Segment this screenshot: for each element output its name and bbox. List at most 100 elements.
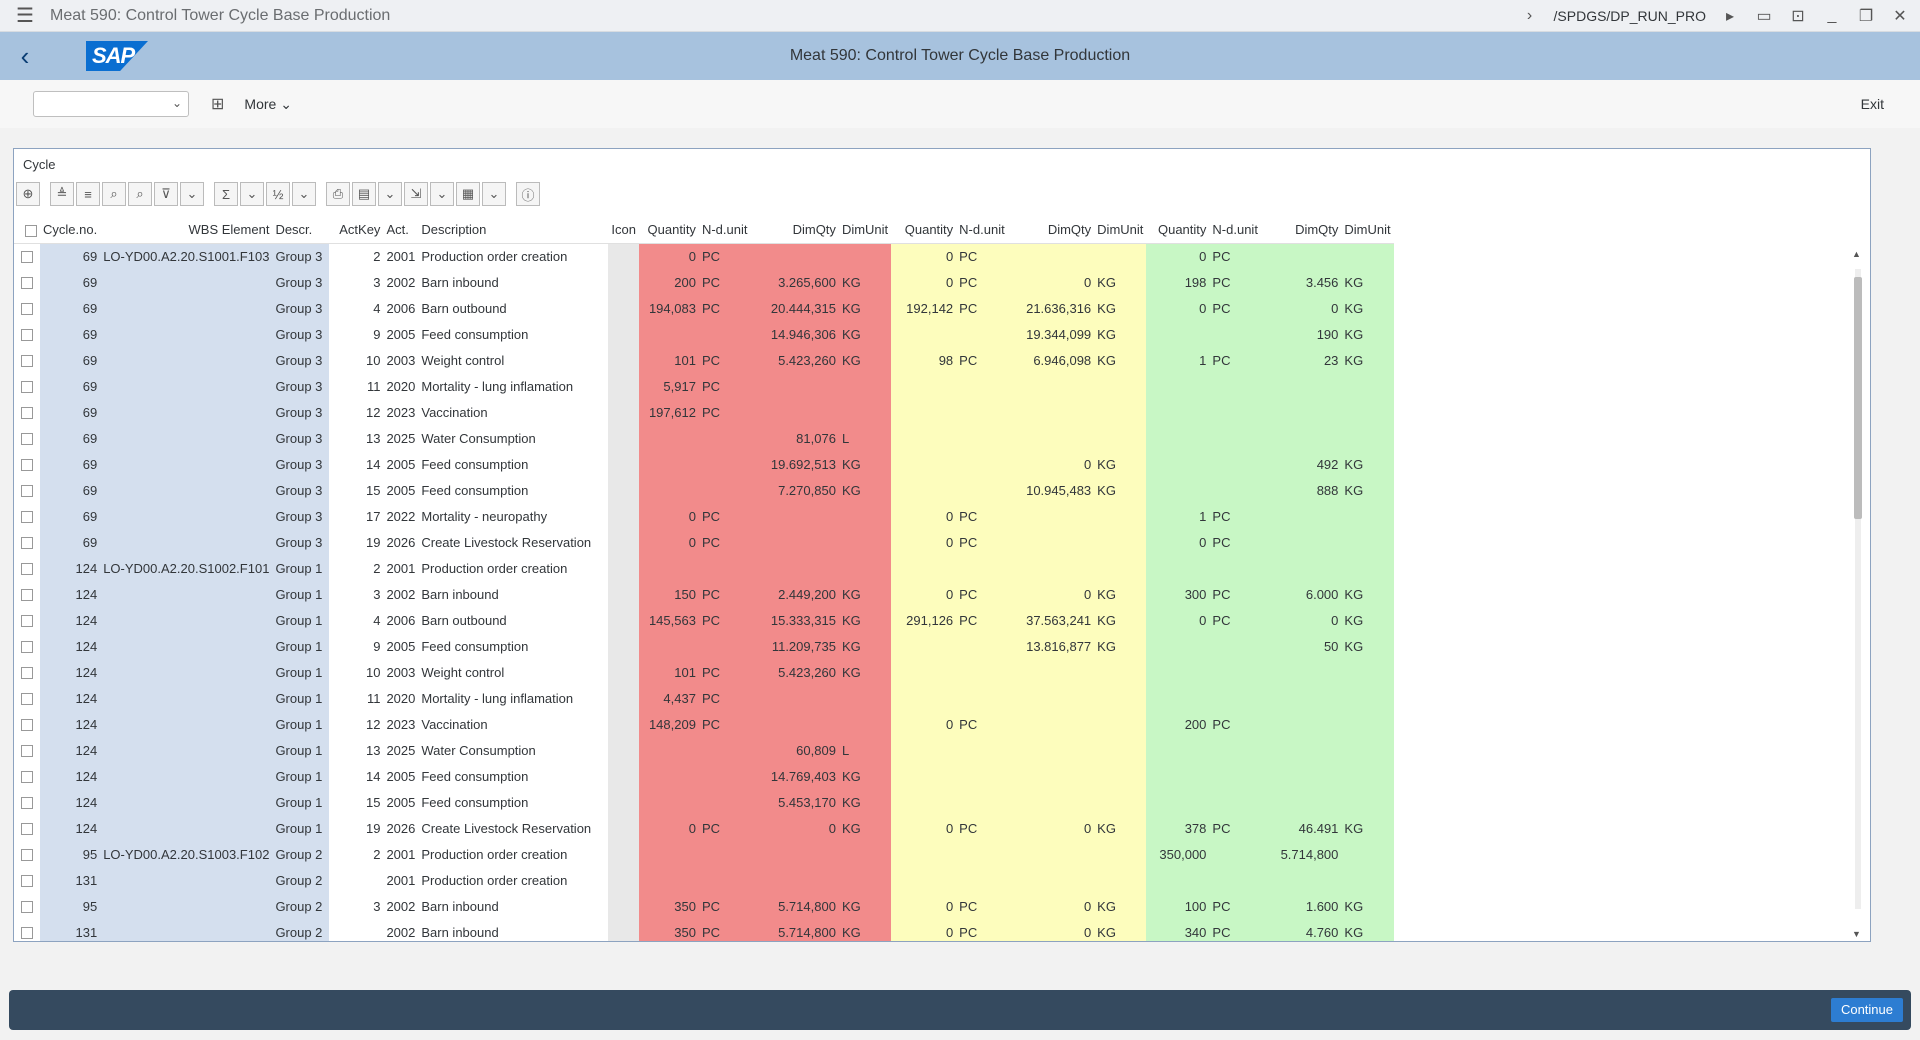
column-header[interactable]: Quantity [891, 217, 957, 244]
table-row[interactable]: 124 Group 1 14 2005 Feed consumption 14.769,4… [14, 763, 1394, 789]
view-icon[interactable]: ▤ [352, 182, 376, 206]
table-row[interactable]: 69 Group 3 3 2002 Barn inbound 200 PC 3.265,600… [14, 269, 1394, 295]
column-header[interactable]: DimQty [1261, 217, 1342, 244]
filter-dropdown-icon[interactable]: ⌄ [180, 182, 204, 206]
exit-button[interactable]: Exit [1861, 96, 1884, 112]
scroll-down-icon[interactable]: ▼ [1852, 929, 1861, 939]
table-row[interactable]: 69 Group 3 15 2005 Feed consumption 7.270,850… [14, 477, 1394, 503]
back-button[interactable]: ‹ [0, 41, 50, 72]
row-select-checkbox[interactable] [14, 425, 40, 451]
column-header[interactable]: WBS Element [100, 217, 273, 244]
find-icon[interactable]: ⌕ [102, 182, 126, 206]
table-row[interactable]: 69 Group 3 14 2005 Feed consumption 19.692,51… [14, 451, 1394, 477]
table-row[interactable]: 124 Group 1 13 2025 Water Consumption 60,809 L [14, 737, 1394, 763]
find-next-icon[interactable]: ⌕ [128, 182, 152, 206]
subtotal-dropdown-icon[interactable]: ⌄ [292, 182, 316, 206]
chevron-right-icon[interactable]: › [1520, 7, 1540, 25]
row-select-checkbox[interactable] [14, 737, 40, 763]
play-icon[interactable]: ▸ [1720, 6, 1740, 26]
column-header[interactable]: DimQty [752, 217, 839, 244]
export-dropdown-icon[interactable]: ⌄ [430, 182, 454, 206]
column-header[interactable]: N-d.unit [698, 217, 753, 244]
layout-dropdown-icon[interactable]: ⌄ [482, 182, 506, 206]
minimize-icon[interactable]: _ [1822, 7, 1842, 25]
scroll-thumb[interactable] [1854, 277, 1862, 519]
view-dropdown-icon[interactable]: ⌄ [378, 182, 402, 206]
row-select-checkbox[interactable] [14, 711, 40, 737]
row-select-checkbox[interactable] [14, 555, 40, 581]
table-row[interactable]: 124 Group 1 12 2023 Vaccination 148,209 PC 0 PC 2… [14, 711, 1394, 737]
row-select-checkbox[interactable] [14, 789, 40, 815]
column-header[interactable]: N-d.unit [1209, 217, 1262, 244]
column-header[interactable]: DimUnit [838, 217, 892, 244]
filter-icon[interactable]: ⊽ [154, 182, 178, 206]
table-row[interactable]: 95 LO-YD00.A2.20.S1003.F102 Group 2 2 2001 Pr… [14, 841, 1394, 867]
chevron-down-icon[interactable]: ⌄ [172, 96, 182, 110]
row-select-checkbox[interactable] [14, 477, 40, 503]
row-select-checkbox[interactable] [14, 659, 40, 685]
command-field-combo[interactable]: ⌄ [33, 91, 189, 117]
print-icon[interactable]: ⎙ [326, 182, 350, 206]
table-row[interactable]: 124 Group 1 4 2006 Barn outbound 145,563 PC 15.… [14, 607, 1394, 633]
table-row[interactable]: 124 Group 1 3 2002 Barn inbound 150 PC 2.449,20… [14, 581, 1394, 607]
table-row[interactable]: 69 Group 3 9 2005 Feed consumption 14.946,306… [14, 321, 1394, 347]
row-select-checkbox[interactable] [14, 633, 40, 659]
table-row[interactable]: 131 Group 2 2002 Barn inbound 350 PC 5.714,800… [14, 919, 1394, 941]
row-select-checkbox[interactable] [14, 529, 40, 555]
column-header[interactable]: Descr. [272, 217, 330, 244]
column-header[interactable]: Cycle.no. [40, 217, 101, 244]
table-row[interactable]: 69 LO-YD00.A2.20.S1001.F103 Group 3 2 2001 Pr… [14, 243, 1394, 269]
comment-icon[interactable]: ▭ [1754, 6, 1774, 26]
column-header[interactable]: DimUnit [1094, 217, 1147, 244]
row-select-checkbox[interactable] [14, 243, 40, 269]
column-header[interactable]: Description [418, 217, 609, 244]
vertical-scrollbar[interactable]: ▲ ▼ [1852, 249, 1864, 939]
zoom-icon[interactable]: ⊕ [16, 182, 40, 206]
row-select-checkbox[interactable] [14, 451, 40, 477]
row-select-checkbox[interactable] [14, 893, 40, 919]
row-select-checkbox[interactable] [14, 867, 40, 893]
hamburger-menu-icon[interactable]: ☰ [0, 3, 50, 28]
table-row[interactable]: 69 Group 3 12 2023 Vaccination 197,612 PC [14, 399, 1394, 425]
table-row[interactable]: 69 Group 3 11 2020 Mortality - lung inflamat… [14, 373, 1394, 399]
table-row[interactable]: 69 Group 3 4 2006 Barn outbound 194,083 PC 20.4… [14, 295, 1394, 321]
hierarchy-icon[interactable]: ⊞ [211, 94, 224, 114]
row-select-checkbox[interactable] [14, 503, 40, 529]
row-select-checkbox[interactable] [14, 295, 40, 321]
maximize-icon[interactable]: ❐ [1856, 6, 1876, 26]
subtotal-icon[interactable]: ½ [266, 182, 290, 206]
layout-icon[interactable]: ▦ [456, 182, 480, 206]
row-select-checkbox[interactable] [14, 399, 40, 425]
row-select-checkbox[interactable] [14, 815, 40, 841]
table-row[interactable]: 69 Group 3 17 2022 Mortality - neuropathy 0 PC… [14, 503, 1394, 529]
table-row[interactable]: 124 Group 1 11 2020 Mortality - lung inflama… [14, 685, 1394, 711]
table-row[interactable]: 124 LO-YD00.A2.20.S1002.F101 Group 1 2 2001 P… [14, 555, 1394, 581]
sort-ascending-icon[interactable]: ≜ [50, 182, 74, 206]
row-select-checkbox[interactable] [14, 607, 40, 633]
select-all-column[interactable] [14, 217, 40, 244]
more-menu-button[interactable]: More ⌄ [244, 96, 292, 113]
row-select-checkbox[interactable] [14, 269, 40, 295]
table-row[interactable]: 69 Group 3 13 2025 Water Consumption 81,076 L [14, 425, 1394, 451]
table-row[interactable]: 124 Group 1 19 2026 Create Livestock Reserva… [14, 815, 1394, 841]
table-row[interactable]: 69 Group 3 19 2026 Create Livestock Reservat… [14, 529, 1394, 555]
table-row[interactable]: 69 Group 3 10 2003 Weight control 101 PC 5.423,… [14, 347, 1394, 373]
column-header[interactable]: DimQty [1009, 217, 1095, 244]
continue-button[interactable]: Continue [1830, 998, 1903, 1022]
column-header[interactable]: ActKey [329, 217, 384, 244]
column-header[interactable]: DimUnit [1341, 217, 1394, 244]
table-row[interactable]: 131 Group 2 2001 Production order creation [14, 867, 1394, 893]
row-select-checkbox[interactable] [14, 919, 40, 941]
close-icon[interactable]: ✕ [1890, 6, 1910, 26]
row-select-checkbox[interactable] [14, 841, 40, 867]
row-select-checkbox[interactable] [14, 685, 40, 711]
sum-dropdown-icon[interactable]: ⌄ [240, 182, 264, 206]
export-icon[interactable]: ⇲ [404, 182, 428, 206]
column-header[interactable]: Quantity [638, 217, 699, 244]
scroll-up-icon[interactable]: ▲ [1852, 249, 1861, 259]
lock-icon[interactable]: ⊡ [1788, 6, 1808, 26]
row-select-checkbox[interactable] [14, 373, 40, 399]
info-icon[interactable]: ⓘ [516, 182, 540, 206]
column-header[interactable]: Icon [608, 217, 639, 244]
row-select-checkbox[interactable] [14, 321, 40, 347]
